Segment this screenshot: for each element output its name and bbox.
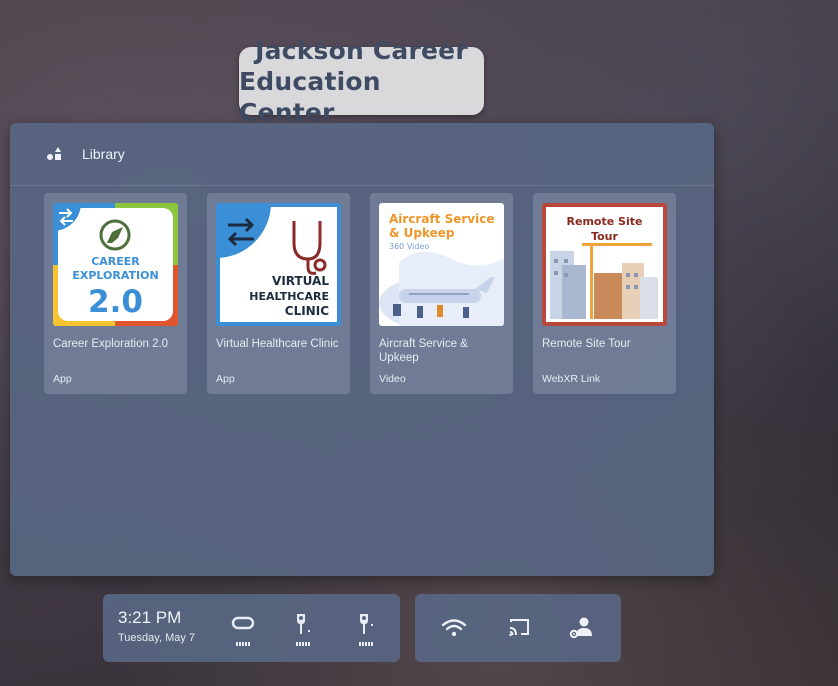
library-item-type: App <box>216 373 235 385</box>
right-controller-icon[interactable] <box>353 610 379 648</box>
career-thumb-line3: 2.0 <box>88 284 143 320</box>
library-item-title: Remote Site Tour <box>542 338 631 350</box>
career-thumb-line1: CAREER <box>91 255 140 268</box>
healthcare-thumb-line2: HEALTHCARE <box>249 290 329 303</box>
quick-actions-dock <box>415 594 621 662</box>
library-grid: CAREER EXPLORATION 2.0 Career Exploratio… <box>44 193 676 394</box>
right-controller-battery-icon <box>359 642 373 646</box>
library-item-type: Video <box>379 373 406 385</box>
organization-title-line1: Jackson Career <box>255 35 468 65</box>
library-item-career-exploration[interactable]: CAREER EXPLORATION 2.0 Career Exploratio… <box>44 193 187 394</box>
career-exploration-thumbnail: CAREER EXPLORATION 2.0 <box>53 203 178 326</box>
wifi-icon[interactable] <box>440 614 468 642</box>
left-controller-icon[interactable] <box>290 610 316 648</box>
organization-title: Jackson Career Education Center <box>239 36 484 127</box>
library-item-type: App <box>53 373 72 385</box>
healthcare-thumb-line1: VIRTUAL <box>272 274 329 288</box>
remote-site-thumbnail: Remote Site Tour <box>542 203 667 326</box>
aircraft-thumb-line2: & Upkeep <box>389 226 455 240</box>
clock-date: Tuesday, May 7 <box>118 632 196 644</box>
account-settings-icon[interactable] <box>567 614 595 642</box>
status-dock: 3:21 PM Tuesday, May 7 <box>103 594 400 662</box>
library-item-title: Career Exploration 2.0 <box>53 338 169 350</box>
library-item-title: Aircraft Service & Upkeep <box>379 338 468 364</box>
library-header: Library <box>10 123 714 186</box>
clock-time: 3:21 PM <box>118 608 182 627</box>
library-item-remote-site-tour[interactable]: Remote Site Tour Remote Site Tour WebXR … <box>533 193 676 394</box>
aircraft-thumb-line1: Aircraft Service <box>389 212 494 226</box>
left-controller-battery-icon <box>296 642 310 646</box>
healthcare-clinic-thumbnail: VIRTUAL HEALTHCARE CLINIC <box>216 203 341 326</box>
remote-thumb-line2: Tour <box>591 230 618 243</box>
library-panel: Library CAREER EXPLORATION 2.0 Career Ex… <box>10 123 714 576</box>
library-item-virtual-healthcare-clinic[interactable]: VIRTUAL HEALTHCARE CLINIC Virtual Health… <box>207 193 350 394</box>
library-icon <box>46 146 64 162</box>
aircraft-thumb-line3: 360 Video <box>389 242 429 251</box>
library-title: Library <box>82 146 125 162</box>
organization-title-line2: Education Center <box>239 66 381 127</box>
career-thumb-line2: EXPLORATION <box>72 269 158 282</box>
headset-icon[interactable] <box>230 610 256 648</box>
healthcare-thumb-line3: CLINIC <box>285 304 329 318</box>
remote-thumb-line1: Remote Site <box>567 215 643 228</box>
library-item-aircraft-service[interactable]: Aircraft Service & Upkeep 360 Video Airc… <box>370 193 513 394</box>
library-item-type: WebXR Link <box>542 373 601 385</box>
library-item-title: Virtual Healthcare Clinic <box>216 338 339 350</box>
headset-battery-icon <box>236 642 250 646</box>
cast-icon[interactable] <box>505 614 533 642</box>
aircraft-service-thumbnail: Aircraft Service & Upkeep 360 Video <box>379 203 504 326</box>
